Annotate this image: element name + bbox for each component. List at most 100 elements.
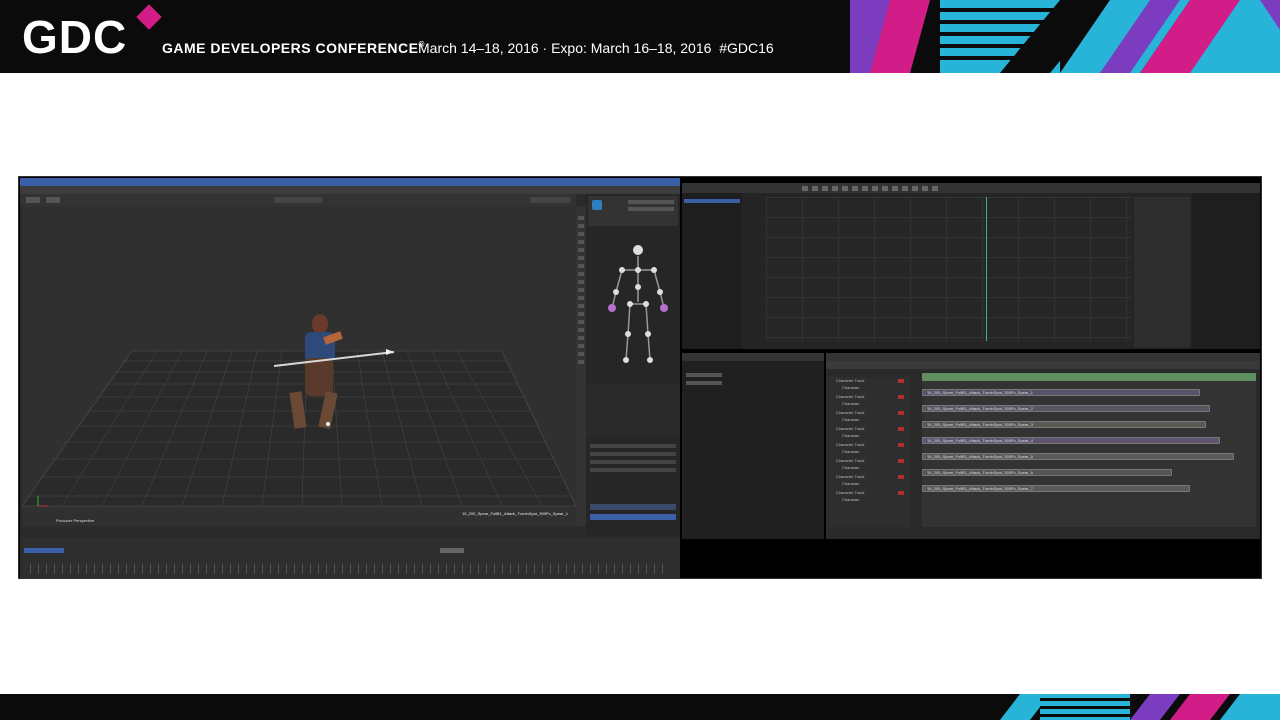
character-controls	[586, 194, 680, 384]
fcurve-side-panel[interactable]	[1192, 193, 1260, 349]
transport-controls[interactable]	[20, 538, 680, 578]
track-character: Character	[842, 449, 860, 454]
story-clip[interactable]: 15_200_Spear_FullB1_Attack_TurnInSpot_35…	[922, 469, 1172, 476]
decorative-stripes-bottom	[1000, 694, 1280, 720]
story-clip[interactable]: 15_200_Spear_FullB1_Attack_TurnInSpot_35…	[922, 485, 1190, 492]
fcurve-properties[interactable]	[1134, 197, 1190, 347]
track-mute-icon[interactable]	[898, 459, 904, 463]
story-track-list[interactable]: Character Track Character Character Track C…	[826, 377, 910, 527]
story-clip[interactable]: 15_200_Spear_FullB1_Attack_TurnInSpot_35…	[922, 421, 1206, 428]
story-clip[interactable]: 15_200_Spear_FullB1_Attack_TurnInSpot_35…	[922, 389, 1200, 396]
track-character: Character	[842, 481, 860, 486]
gdc-logo: GDC	[22, 11, 128, 63]
hashtag: #GDC16	[719, 40, 774, 56]
track-mute-icon[interactable]	[898, 395, 904, 399]
navigator-tabs[interactable]	[682, 353, 824, 361]
key-controls-panel[interactable]	[586, 436, 680, 496]
story-green-track[interactable]	[922, 373, 1256, 381]
track-name: Character Track	[836, 442, 865, 447]
track-character: Character	[842, 385, 860, 390]
story-track-row[interactable]: Character Track Character	[828, 441, 908, 455]
fcurve-window	[682, 183, 1260, 349]
story-track-row[interactable]: Character Track Character	[828, 457, 908, 471]
viewport-toolbar[interactable]	[20, 194, 576, 206]
key-control-row[interactable]	[590, 444, 676, 448]
fcurve-tools[interactable]	[802, 186, 942, 191]
navigator-row[interactable]	[686, 381, 722, 385]
story-clip[interactable]: 15_200_Spear_FullB1_Attack_TurnInSpot_35…	[922, 453, 1234, 460]
decorative-stripes	[850, 0, 1280, 73]
track-name: Character Track	[836, 490, 865, 495]
clip-label: 15_200_Spear_FullB1_Attack_TurnInSpot_35…	[927, 486, 1033, 491]
layers-panel[interactable]	[586, 496, 680, 536]
fcurve-toolbar[interactable]	[682, 183, 1260, 193]
track-mute-icon[interactable]	[898, 379, 904, 383]
story-track-row[interactable]: Character Track Character	[828, 377, 908, 391]
key-control-row[interactable]	[590, 468, 676, 472]
toolbar-button[interactable]	[26, 197, 40, 203]
track-character: Character	[842, 497, 860, 502]
3d-viewport[interactable]: Producer Perspective 15_200_Spear_FullB1…	[22, 206, 576, 526]
clip-label: 15_200_Spear_FullB1_Attack_TurnInSpot_35…	[927, 390, 1033, 395]
character-controls-header[interactable]	[588, 196, 678, 226]
character-icon	[592, 200, 602, 210]
navigator-panel	[682, 353, 824, 539]
track-mute-icon[interactable]	[898, 443, 904, 447]
viewport-buttons[interactable]	[530, 197, 570, 203]
clip-label: 15_200_Spear_FullB1_Attack_TurnInSpot_35…	[927, 470, 1033, 475]
story-track-row[interactable]: Character Track Character	[828, 425, 908, 439]
fcurve-navigator[interactable]	[682, 193, 742, 349]
track-name: Character Track	[836, 458, 865, 463]
story-clip[interactable]: 15_200_Spear_FullB1_Attack_TurnInSpot_35…	[922, 437, 1220, 444]
story-clip-area[interactable]: 15_200_Spear_FullB1_Attack_TurnInSpot_35…	[922, 373, 1256, 527]
transport-tab[interactable]	[24, 548, 64, 553]
story-clip[interactable]: 15_200_Spear_FullB1_Attack_TurnInSpot_35…	[922, 405, 1210, 412]
story-toolbar[interactable]	[826, 361, 1260, 369]
navigator-item[interactable]	[684, 199, 740, 203]
story-track-row[interactable]: Character Track Character	[828, 409, 908, 423]
track-mute-icon[interactable]	[898, 491, 904, 495]
take-label: 15_200_Spear_FullB1_Attack_TurnInSpot_35…	[462, 511, 568, 516]
time-cursor[interactable]	[986, 197, 987, 341]
conference-name: GAME DEVELOPERS CONFERENCE®	[162, 40, 425, 56]
key-control-row[interactable]	[590, 452, 676, 456]
layer-row-selected[interactable]	[590, 514, 676, 520]
track-mute-icon[interactable]	[898, 411, 904, 415]
skeleton-figure[interactable]	[598, 242, 678, 372]
conference-dates: March 14–18, 2016 · Expo: March 16–18, 2…	[418, 40, 774, 56]
clip-label: 15_200_Spear_FullB1_Attack_TurnInSpot_35…	[927, 454, 1033, 459]
story-track-row[interactable]: Character Track Character	[828, 473, 908, 487]
tool-icons[interactable]	[578, 216, 584, 366]
clip-label: 15_200_Spear_FullB1_Attack_TurnInSpot_35…	[927, 438, 1033, 443]
story-track-row[interactable]: Character Track Character	[828, 489, 908, 503]
track-name: Character Track	[836, 378, 865, 383]
track-name: Character Track	[836, 426, 865, 431]
conference-header: GDC GAME DEVELOPERS CONFERENCE® March 14…	[0, 0, 1280, 73]
toolbar-button[interactable]	[46, 197, 60, 203]
timeline-ruler[interactable]	[30, 564, 670, 574]
navigator-row[interactable]	[686, 373, 722, 377]
story-tabs[interactable]	[826, 353, 1260, 361]
transform-tools[interactable]	[274, 197, 322, 203]
main-window: Producer Perspective 15_200_Spear_FullB1…	[20, 178, 680, 578]
play-buttons[interactable]	[440, 548, 464, 553]
source-dropdown[interactable]	[628, 207, 674, 211]
clip-label: 15_200_Spear_FullB1_Attack_TurnInSpot_35…	[927, 422, 1033, 427]
menu-bar[interactable]	[20, 186, 680, 194]
track-character: Character	[842, 433, 860, 438]
fcurve-graph[interactable]	[766, 197, 1132, 341]
character-dropdown[interactable]	[628, 200, 674, 204]
tool-strip[interactable]	[576, 206, 586, 526]
grid-floor	[22, 314, 576, 507]
track-mute-icon[interactable]	[898, 427, 904, 431]
logo-badge-icon	[136, 4, 162, 30]
key-control-row[interactable]	[590, 460, 676, 464]
clip-label: 15_200_Spear_FullB1_Attack_TurnInSpot_35…	[927, 406, 1033, 411]
track-mute-icon[interactable]	[898, 475, 904, 479]
layer-row[interactable]	[590, 504, 676, 510]
story-window: Character Track Character Character Track C…	[826, 353, 1260, 539]
viewport-label: Producer Perspective	[56, 518, 95, 523]
track-character: Character	[842, 465, 860, 470]
track-character: Character	[842, 417, 860, 422]
story-track-row[interactable]: Character Track Character	[828, 393, 908, 407]
